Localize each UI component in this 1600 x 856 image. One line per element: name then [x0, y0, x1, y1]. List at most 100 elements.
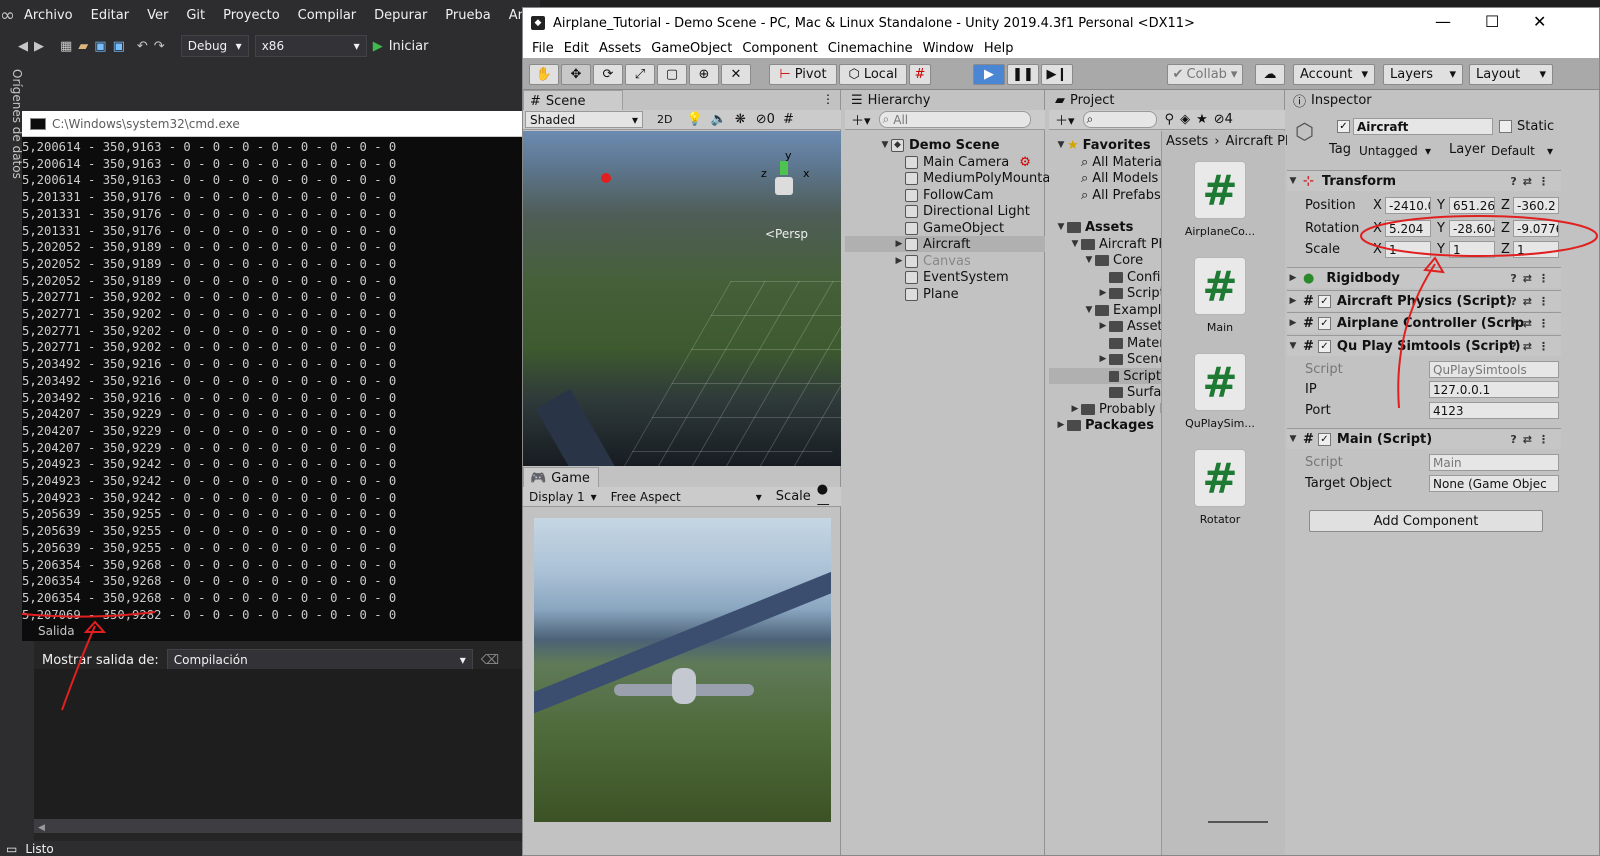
vs-menu-depurar[interactable]: Depurar [365, 8, 436, 23]
vs-menu-git[interactable]: Git [177, 8, 214, 23]
vs-menu-proyecto[interactable]: Proyecto [214, 8, 289, 23]
scene-orientation-gizmo[interactable]: y z x [755, 149, 811, 211]
folder-probably[interactable]: ▶ Probably E [1069, 401, 1168, 417]
vs-menu-ver[interactable]: Ver [138, 8, 177, 23]
mode-2d-toggle[interactable]: 2D [657, 113, 672, 126]
tab-game[interactable]: 🎮 Game [523, 467, 599, 488]
output-horizontal-scrollbar[interactable]: ◀ [34, 819, 540, 833]
unity-menu-help[interactable]: Help [979, 41, 1019, 56]
folder-config[interactable]: Confi [1109, 269, 1160, 285]
folder-scenes[interactable]: ▶ Scene [1097, 351, 1167, 367]
save-all-icon[interactable]: ▣ [113, 39, 125, 54]
account-dropdown[interactable]: Account ▾ [1293, 64, 1375, 85]
project-assets-root[interactable]: ▼ Assets [1055, 219, 1134, 235]
layer-dropdown[interactable]: Default ▾ [1487, 142, 1557, 159]
shading-dropdown[interactable]: Shaded ▾ [525, 111, 643, 128]
unity-menu-file[interactable]: File [527, 41, 559, 56]
cloud-button[interactable]: ☁ [1255, 64, 1285, 85]
scale-slider[interactable]: ●— [817, 482, 841, 512]
folder-example[interactable]: ▼ Example [1083, 302, 1170, 318]
hierarchy-item-aircraft[interactable]: ▶ Aircraft [845, 236, 1045, 252]
folder-example-scripts[interactable]: Script [1049, 368, 1161, 384]
folder-example-assets[interactable]: ▶ Asset [1097, 318, 1163, 334]
play-button[interactable]: ▶ [973, 64, 1005, 85]
asset-quplaysimtools[interactable]: # QuPlaySim... [1180, 353, 1260, 430]
component-actions-icon[interactable]: ?⇄⋮ [1510, 433, 1555, 446]
asset-airplane-controller[interactable]: # AirplaneCo... [1180, 161, 1260, 238]
unity-menu-window[interactable]: Window [918, 41, 979, 56]
hierarchy-item-followcam[interactable]: FollowCam [905, 187, 993, 203]
grid-snap-button[interactable]: # [909, 64, 931, 85]
component-enabled-checkbox[interactable]: ✓ [1317, 432, 1331, 446]
breadcrumb-item[interactable]: Aircraft Ph [1226, 134, 1294, 149]
cmd-title-bar[interactable]: C:\Windows\system32\cmd.exe [22, 111, 540, 137]
hierarchy-search-input[interactable]: ⌕ All [878, 111, 1031, 128]
component-transform[interactable]: ▼ ⊹ Transform ?⇄⋮ [1287, 170, 1561, 191]
output-source-select[interactable]: Compilación ▾ [166, 649, 473, 671]
filter-type-icon[interactable]: ⚲ [1165, 112, 1175, 127]
favorite-all-prefabs[interactable]: ⌕ All Prefabs [1081, 187, 1161, 203]
component-enabled-checkbox[interactable]: ✓ [1317, 294, 1331, 308]
unity-menu-assets[interactable]: Assets [594, 41, 646, 56]
hierarchy-item-gameobject[interactable]: GameObject [905, 220, 1004, 236]
create-plus-icon[interactable]: ＋▾ [851, 110, 871, 129]
transform-tool-button[interactable]: ⊕ [689, 64, 719, 85]
unity-menu-edit[interactable]: Edit [559, 41, 594, 56]
audio-toggle-icon[interactable]: 🔈 [711, 112, 727, 127]
pause-button[interactable]: ❚❚ [1007, 64, 1039, 85]
hierarchy-item-plane[interactable]: Plane [905, 286, 959, 302]
back-icon[interactable]: ◀ [18, 39, 28, 54]
layers-dropdown[interactable]: Layers ▾ [1383, 64, 1463, 85]
local-button[interactable]: ⬡ Local [839, 64, 907, 85]
hand-tool-button[interactable]: ✋ [529, 64, 559, 85]
tab-hierarchy[interactable]: ☰ Hierarchy [845, 90, 1043, 111]
forward-icon[interactable]: ▶ [34, 39, 44, 54]
folder-core[interactable]: ▼ Core [1083, 252, 1144, 268]
favorite-star-icon[interactable]: ★ [1196, 112, 1208, 127]
display-dropdown[interactable]: Display 1 ▾ [525, 488, 601, 505]
redo-icon[interactable]: ↷ [154, 39, 165, 54]
folder-materials[interactable]: Mater [1109, 335, 1165, 351]
undo-icon[interactable]: ↶ [137, 39, 148, 54]
folder-core-scripts[interactable]: ▶ Script [1097, 285, 1165, 301]
game-viewport[interactable] [534, 518, 831, 822]
tab-scene[interactable]: # Scene [523, 90, 623, 111]
close-icon[interactable]: ✕ [1533, 12, 1546, 31]
unity-menu-cinemachine[interactable]: Cinemachine [823, 41, 918, 56]
hierarchy-scene-root[interactable]: ▼ ◆ Demo Scene [879, 137, 1000, 153]
platform-select[interactable]: x86 ▾ [254, 35, 367, 57]
project-packages[interactable]: ▶ Packages [1055, 417, 1154, 433]
collab-button[interactable]: ✔ Collab ▾ [1167, 64, 1243, 85]
hierarchy-item-canvas[interactable]: ▶ Canvas [893, 253, 971, 269]
object-name-field[interactable]: Aircraft [1353, 118, 1493, 135]
create-plus-icon[interactable]: ＋▾ [1055, 110, 1075, 129]
hidden-count-icon[interactable]: ⊘ [1214, 112, 1225, 127]
kebab-menu-icon[interactable]: ⋮ [822, 92, 834, 106]
tag-dropdown[interactable]: Untagged ▾ [1355, 142, 1435, 159]
hierarchy-item-main-camera[interactable]: Main Camera ⚙ [905, 154, 1031, 170]
static-checkbox[interactable] [1499, 120, 1512, 133]
hidden-objects-icon[interactable]: ⊘ [756, 112, 767, 127]
maximize-icon[interactable]: ☐ [1485, 12, 1499, 31]
filter-label-icon[interactable]: ◈ [1180, 112, 1190, 127]
component-enabled-checkbox[interactable]: ✓ [1317, 339, 1331, 353]
vs-menu-archivo[interactable]: Archivo [15, 8, 82, 23]
unity-menu-gameobject[interactable]: GameObject [646, 41, 737, 56]
favorite-all-materials[interactable]: ⌕ All Materia [1081, 154, 1162, 170]
configuration-select[interactable]: Debug ▾ [180, 35, 249, 57]
active-checkbox[interactable]: ✓ [1337, 120, 1350, 133]
folder-surfaces[interactable]: Surfa [1109, 384, 1161, 400]
component-enabled-checkbox[interactable]: ✓ [1317, 316, 1331, 330]
new-project-icon[interactable]: ▦ [60, 39, 72, 54]
favorite-all-models[interactable]: ⌕ All Models [1081, 170, 1158, 186]
rotate-tool-button[interactable]: ⟳ [593, 64, 623, 85]
save-icon[interactable]: ▣ [94, 39, 106, 54]
component-main-script[interactable]: ▼ # ✓ Main (Script) ?⇄⋮ [1287, 428, 1561, 449]
clear-output-icon[interactable]: ⌫ [481, 653, 499, 668]
vs-menu-editar[interactable]: Editar [82, 8, 139, 23]
asset-rotator[interactable]: # Rotator [1180, 449, 1260, 526]
hierarchy-item-eventsystem[interactable]: EventSystem [905, 269, 1009, 285]
open-folder-icon[interactable]: ▰ [78, 39, 88, 54]
target-object-field[interactable]: None (Game Objec [1429, 475, 1559, 492]
rect-tool-button[interactable]: ▢ [657, 64, 687, 85]
